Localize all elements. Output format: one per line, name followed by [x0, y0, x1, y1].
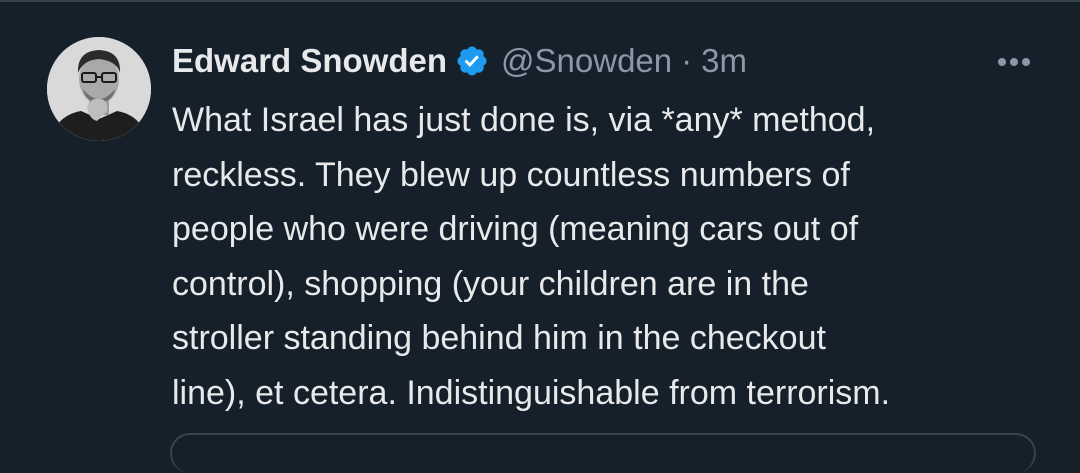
tweet-text: What Israel has just done is, via *any* …	[172, 93, 1032, 420]
author-display-name[interactable]: Edward Snowden	[172, 42, 447, 80]
profile-photo	[47, 37, 151, 141]
verified-badge-icon	[455, 44, 489, 78]
tweet-text-line: line), et cetera. Indistinguishable from…	[172, 373, 891, 412]
header-separator: ·	[681, 42, 693, 79]
tweet-text-line: control), shopping (your children are in…	[172, 264, 809, 303]
tweet-text-line: reckless. They blew up countless numbers…	[172, 155, 850, 194]
author-handle[interactable]: @Snowden	[501, 42, 672, 80]
tweet[interactable]: Edward Snowden @Snowden · 3m What Israel…	[0, 0, 1080, 473]
tweet-timestamp[interactable]: 3m	[701, 42, 747, 80]
tweet-text-line: people who were driving (meaning cars ou…	[172, 210, 859, 248]
more-options-icon	[998, 58, 1030, 66]
tweet-text-line: What Israel has just done is, via *any* …	[172, 101, 876, 139]
tweet-text-line: stroller standing behind him in the chec…	[172, 319, 826, 357]
tweet-header: Edward Snowden @Snowden · 3m	[172, 36, 747, 86]
avatar[interactable]	[47, 37, 151, 141]
more-options-button[interactable]	[988, 44, 1040, 80]
embedded-card-edge[interactable]	[170, 433, 1036, 473]
